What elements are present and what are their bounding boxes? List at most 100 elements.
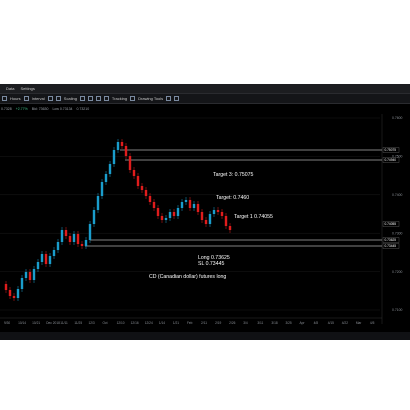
candle-body bbox=[156, 208, 160, 216]
time-axis-label: 1/21 bbox=[173, 321, 179, 325]
candle-body bbox=[4, 284, 8, 290]
candle-body bbox=[224, 216, 228, 226]
candle-body bbox=[204, 220, 208, 224]
candle-body bbox=[76, 234, 80, 244]
candle-body bbox=[192, 204, 196, 208]
annotation-target3: Target 3: 0.75075 bbox=[213, 172, 253, 178]
price-axis-label: 0.7400 bbox=[392, 193, 402, 197]
candle-body bbox=[92, 210, 96, 224]
annotation-target1: Target 1 0.74055 bbox=[234, 214, 273, 220]
time-axis-label: 3/25 bbox=[285, 321, 291, 325]
candle-body bbox=[60, 230, 64, 242]
candle-body bbox=[172, 212, 176, 216]
candle-body bbox=[176, 208, 180, 216]
candle-body bbox=[196, 204, 200, 212]
time-axis-label: 4/5 bbox=[370, 321, 375, 325]
candle-body bbox=[164, 218, 168, 220]
candle-body bbox=[168, 212, 172, 218]
candle-body bbox=[136, 176, 140, 186]
time-axis-label: 3/11 bbox=[257, 321, 263, 325]
annotation-caption: CD (Canadian dollar) futures long bbox=[149, 274, 226, 280]
candle-body bbox=[28, 272, 32, 280]
candle-body bbox=[184, 200, 188, 202]
time-axis-label: 3/4 bbox=[243, 321, 248, 325]
price-chart[interactable]: 0.76000.75000.74000.73000.72000.7100 0.7… bbox=[0, 84, 410, 340]
candle-body bbox=[228, 226, 232, 230]
price-tag: 0.75075 bbox=[385, 148, 397, 152]
time-axis-label: 12/16 bbox=[131, 321, 139, 325]
candle-body bbox=[8, 290, 12, 296]
time-axis-label: 12/3 bbox=[88, 321, 94, 325]
candle-body bbox=[32, 269, 36, 280]
candle-body bbox=[124, 146, 128, 156]
candle-body bbox=[72, 234, 76, 242]
price-axis-label: 0.7300 bbox=[392, 231, 402, 235]
time-axis-label: Apr bbox=[300, 321, 306, 325]
candle-body bbox=[216, 210, 220, 212]
time-axis-label: 2/11 bbox=[201, 321, 207, 325]
time-axis-label: 4/8 bbox=[314, 321, 319, 325]
status-bar bbox=[0, 332, 410, 340]
price-tag: 0.73445 bbox=[385, 244, 397, 248]
candle-body bbox=[140, 186, 144, 190]
time-axis-label: 4/22 bbox=[342, 321, 348, 325]
time-axis-label: 3/18 bbox=[271, 321, 277, 325]
candle-body bbox=[120, 142, 124, 146]
candle-body bbox=[152, 202, 156, 208]
time-axis-label: 11/11 bbox=[60, 321, 68, 325]
time-axis-label: 2/19 bbox=[215, 321, 221, 325]
candle-body bbox=[96, 196, 100, 210]
candle-body bbox=[112, 150, 116, 164]
candle-body bbox=[56, 242, 60, 250]
candle-body bbox=[180, 202, 184, 208]
candle-body bbox=[116, 142, 120, 150]
time-axis-label: Oct bbox=[103, 321, 108, 325]
time-axis-label: 12/10 bbox=[117, 321, 125, 325]
candle-body bbox=[52, 250, 56, 256]
candle-body bbox=[44, 254, 48, 264]
candle-body bbox=[220, 212, 224, 216]
time-axis-label: 2/26 bbox=[229, 321, 235, 325]
time-axis-label: 11/25 bbox=[74, 321, 82, 325]
candle-body bbox=[64, 230, 68, 236]
candle-body bbox=[68, 236, 72, 242]
candle-body bbox=[20, 278, 24, 289]
price-axis-label: 0.7100 bbox=[392, 308, 402, 312]
annotation-target2: Target: 0.7460 bbox=[216, 195, 249, 201]
candle-body bbox=[48, 256, 52, 264]
trading-window: Data Settings Hours Interval Scaling Tra… bbox=[0, 84, 410, 340]
candle-body bbox=[200, 212, 204, 220]
candle-body bbox=[104, 174, 108, 182]
candle-body bbox=[144, 190, 148, 196]
candle-body bbox=[208, 214, 212, 224]
candle-body bbox=[212, 210, 216, 214]
price-axis-label: 0.7200 bbox=[392, 270, 402, 274]
candle-body bbox=[132, 170, 136, 176]
time-axis-label: 10/14 bbox=[18, 321, 26, 325]
time-axis-label: 9/30 bbox=[4, 321, 10, 325]
candle-body bbox=[36, 262, 40, 269]
candle-body bbox=[188, 200, 192, 208]
time-axis-label: Feb bbox=[187, 321, 193, 325]
candle-body bbox=[40, 254, 44, 262]
candle-body bbox=[160, 216, 164, 220]
candle-body bbox=[100, 182, 104, 196]
candle-body bbox=[84, 240, 88, 246]
candle-body bbox=[12, 296, 16, 298]
price-tag: 0.74940 bbox=[385, 158, 397, 162]
time-axis-label: Mar bbox=[356, 321, 362, 325]
candle-body bbox=[80, 244, 84, 246]
time-axis-label: 1/14 bbox=[159, 321, 165, 325]
annotation-stop: SL 0.73445 bbox=[198, 261, 224, 267]
time-axis-label: Dec 2018 bbox=[46, 321, 60, 325]
candle-body bbox=[108, 164, 112, 174]
price-tag: 0.73625 bbox=[385, 238, 397, 242]
time-axis-label: 4/15 bbox=[328, 321, 334, 325]
price-tag: 0.74055 bbox=[385, 222, 397, 226]
price-axis-label: 0.7600 bbox=[392, 116, 402, 120]
candle-body bbox=[128, 156, 132, 170]
candle-body bbox=[24, 272, 28, 278]
candle-body bbox=[148, 196, 152, 202]
time-axis-label: 10/21 bbox=[32, 321, 40, 325]
candle-body bbox=[16, 289, 20, 298]
